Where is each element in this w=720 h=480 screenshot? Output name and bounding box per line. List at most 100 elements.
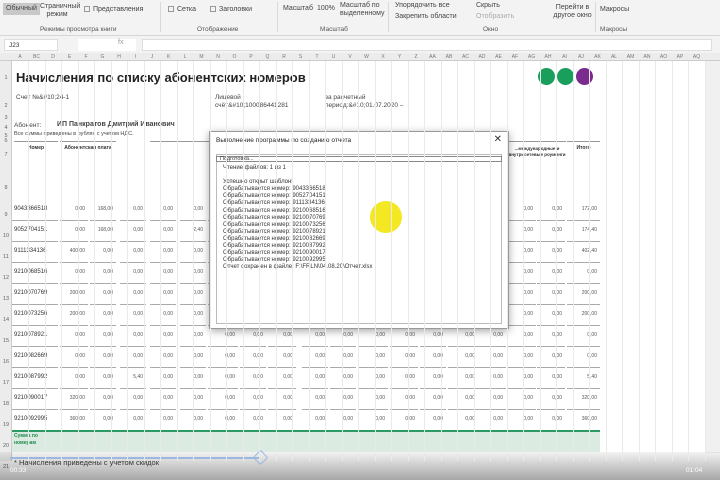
column-header[interactable]: A [12,54,28,60]
column-header[interactable]: AD [474,54,490,60]
column-header[interactable]: AL [606,54,622,60]
column-header[interactable]: AI [557,54,573,60]
row-header[interactable]: 4 [0,125,12,131]
column-header[interactable]: BC [29,54,45,60]
column-header[interactable]: AP [672,54,688,60]
video-seek-bar[interactable] [10,457,260,459]
phone-number-cell[interactable]: 9043366518 [12,200,58,221]
column-header[interactable]: T [309,54,325,60]
column-header[interactable]: AK [590,54,606,60]
unhide-button[interactable]: Отобразить [476,13,514,21]
row-header[interactable]: 11 [0,254,12,260]
phone-number-cell[interactable]: 9210090017 [12,389,58,410]
column-header[interactable]: P [243,54,259,60]
amount-cell: 0,00 [60,326,88,347]
close-icon[interactable]: ✕ [494,134,502,145]
row-header[interactable]: 1 [0,75,12,81]
row-header[interactable]: 18 [0,401,12,407]
amount-cell: 0,00 [150,221,176,242]
column-header[interactable]: H [111,54,127,60]
column-header[interactable]: AC [458,54,474,60]
column-header[interactable]: Q [260,54,276,60]
row-header[interactable]: 13 [0,296,12,302]
column-header[interactable]: X [375,54,391,60]
column-header[interactable]: W [359,54,375,60]
phone-number-cell[interactable]: 9210070769 [12,284,58,305]
column-header[interactable]: N [210,54,226,60]
freeze-panes-button[interactable]: Закрепить области [395,13,457,21]
column-header[interactable]: Y [392,54,408,60]
zoom-100-button[interactable]: 100% [317,5,335,13]
column-header[interactable]: V [342,54,358,60]
fx-icon[interactable]: fx [78,39,136,51]
row-header[interactable]: 8 [0,185,12,191]
zoom-selection-button[interactable]: Масштаб по выделенному [340,2,385,18]
phone-number-cell[interactable]: 9111334136 [12,242,58,263]
formula-input[interactable] [142,39,712,51]
fx-label: fx [118,39,124,46]
personal-account-label: Лицевой [215,94,241,101]
row-header[interactable]: 16 [0,359,12,365]
arrange-all-button[interactable]: Упорядочить все [395,2,450,10]
column-header[interactable]: AO [656,54,672,60]
phone-number-cell[interactable]: 9210087992 [12,368,58,389]
column-header[interactable]: R [276,54,292,60]
row-header[interactable]: 14 [0,317,12,323]
phone-number-cell[interactable]: 9210092995 [12,410,58,431]
column-header[interactable]: AB [441,54,457,60]
switch-window-button[interactable]: Перейти в другое окно [550,4,595,20]
row-header[interactable]: 3 [0,115,12,121]
views-button[interactable]: Представления [84,6,143,14]
headings-checkbox[interactable]: Заголовки [210,6,252,14]
column-header[interactable]: O [227,54,243,60]
row-header[interactable]: 19 [0,422,12,428]
column-header[interactable]: D [45,54,61,60]
row-header[interactable]: 15 [0,338,12,344]
phone-number-cell[interactable]: 9210082669 [12,347,58,368]
column-header[interactable]: E [62,54,78,60]
column-header[interactable]: AG [524,54,540,60]
name-box[interactable]: J23 [4,39,58,51]
column-header[interactable]: AA [425,54,441,60]
column-header[interactable]: G [95,54,111,60]
column-header[interactable]: AF [507,54,523,60]
zoom-button[interactable]: Масштаб [283,5,313,13]
column-header[interactable]: M [194,54,210,60]
column-header[interactable]: K [161,54,177,60]
column-header[interactable]: AM [623,54,639,60]
status-indicator-icon [557,68,574,85]
row-header[interactable]: 7 [0,152,12,158]
hide-button[interactable]: Скрыть [476,2,500,10]
column-header[interactable]: I [128,54,144,60]
column-header[interactable]: AE [491,54,507,60]
column-header[interactable]: J [144,54,160,60]
amount-cell: 0,00 [508,389,536,410]
column-header[interactable]: L [177,54,193,60]
column-header[interactable]: U [326,54,342,60]
macros-button[interactable]: Макросы [600,6,629,14]
row-header[interactable]: 20 [0,443,12,449]
column-header[interactable]: AN [639,54,655,60]
vertical-scrollbar[interactable] [706,61,720,453]
phone-number-cell[interactable]: 9052704151 [12,221,58,242]
phone-number-cell[interactable]: 9210073256 [12,305,58,326]
page-layout-button[interactable]: Страничный режим [40,3,80,19]
column-header[interactable]: AJ [573,54,589,60]
column-header[interactable]: AH [540,54,556,60]
row-header[interactable]: 17 [0,380,12,386]
column-header[interactable]: F [78,54,94,60]
amount-cell: 0,00 [508,242,536,263]
normal-view-button[interactable]: Обычный [3,3,40,15]
grid-checkbox[interactable]: Сетка [168,6,196,14]
phone-number-cell[interactable]: 9210078921 [12,326,58,347]
row-header[interactable]: 6 [0,138,12,144]
show-group-label: Отображение [197,26,239,33]
phone-number-cell[interactable]: 9210068516 [12,263,58,284]
row-header[interactable]: 9 [0,212,12,218]
column-header[interactable]: Z [408,54,424,60]
column-header[interactable]: AQ [689,54,705,60]
row-header[interactable]: 10 [0,233,12,239]
column-header[interactable]: S [293,54,309,60]
row-header[interactable]: 12 [0,275,12,281]
row-header[interactable]: 2 [0,103,12,109]
